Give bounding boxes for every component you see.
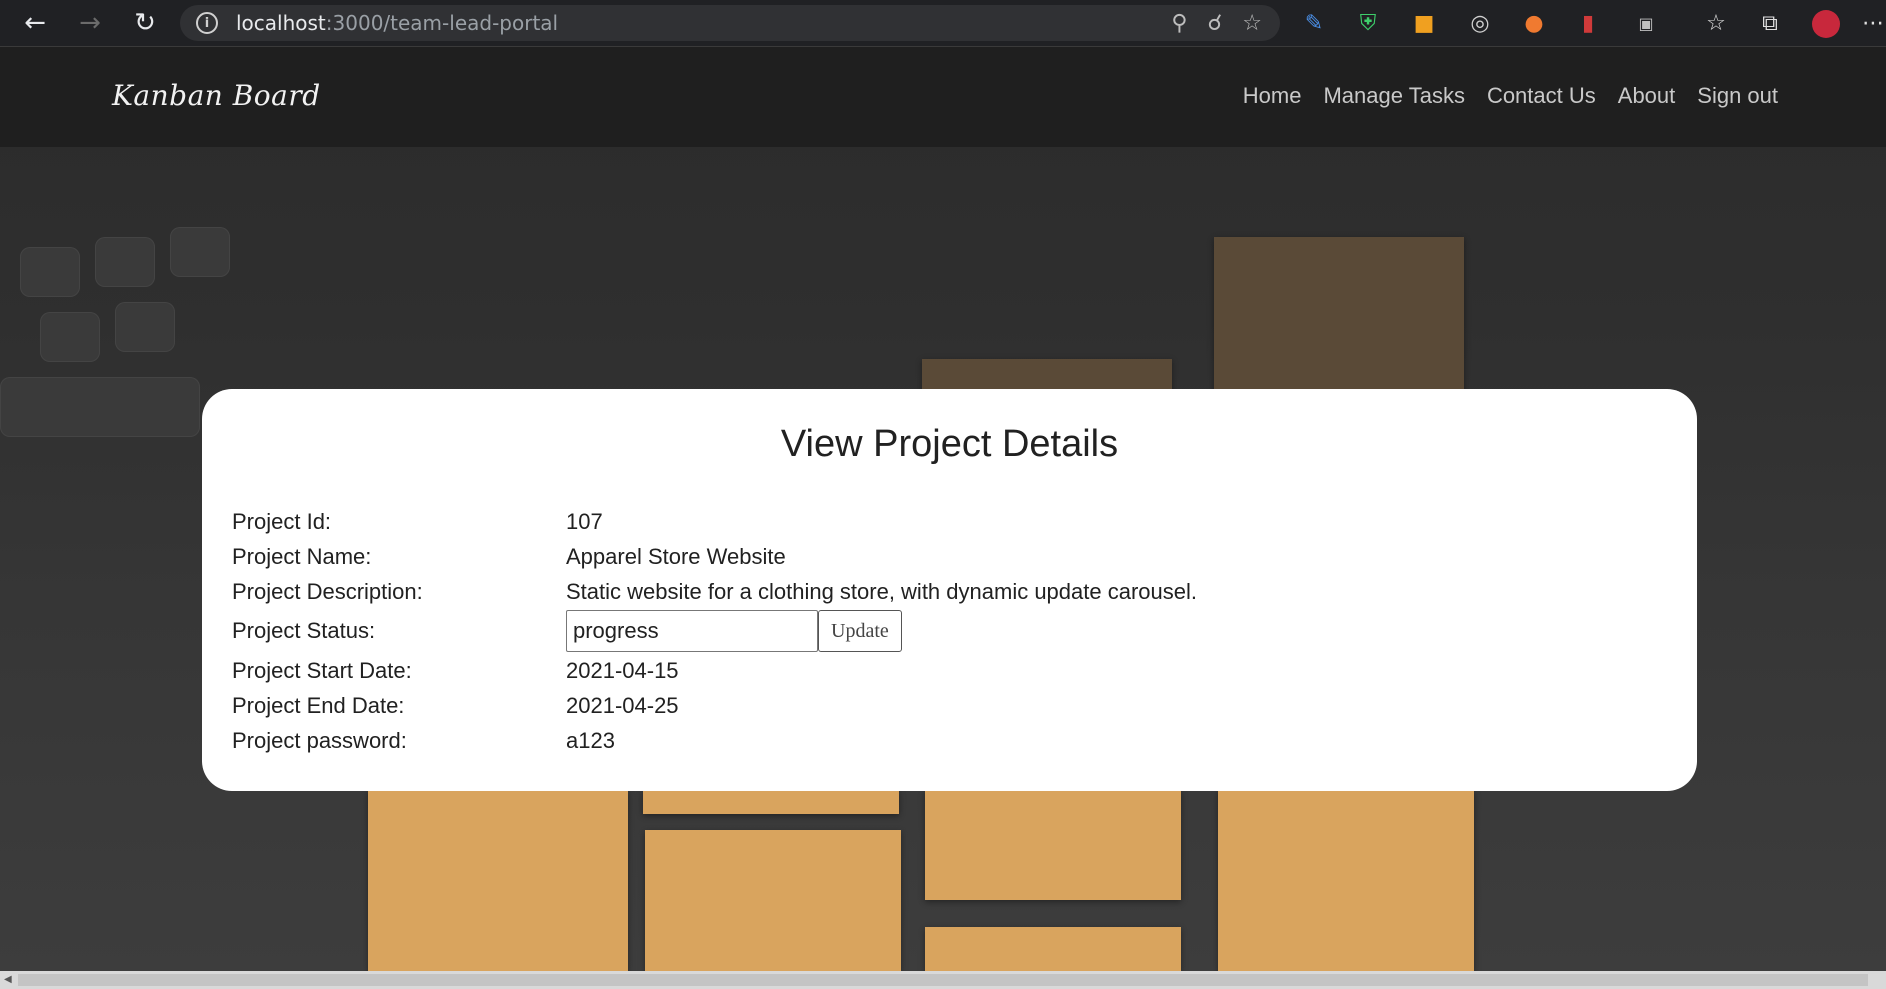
sticky-note [1218, 790, 1474, 971]
key-icon[interactable]: ⚲ [1171, 11, 1187, 36]
favorites-icon[interactable]: ☆ [1696, 0, 1736, 47]
toggle-off-extension-icon[interactable]: ▣ [1626, 0, 1666, 47]
keyboard-key [40, 312, 100, 362]
field-label: Project End Date: [232, 692, 405, 718]
keyboard-key [115, 302, 175, 352]
collections-icon[interactable]: ⧉ [1750, 0, 1790, 47]
nav-menu: Home Manage Tasks Contact Us About Sign … [1243, 83, 1778, 109]
field-row-project-name: Project Name: Apparel Store Website [232, 539, 1667, 574]
field-label: Project Start Date: [232, 657, 412, 683]
project-fields: Project Id: 107 Project Name: Apparel St… [232, 504, 1667, 758]
address-bar[interactable]: i localhost:3000/team-lead-portal ⚲ ☌ ☆ [180, 5, 1280, 41]
field-label: Project password: [232, 727, 407, 753]
horizontal-scrollbar[interactable]: ◀ [0, 971, 1886, 989]
nav-link-sign-out[interactable]: Sign out [1697, 83, 1778, 109]
field-row-start-date: Project Start Date: 2021-04-15 [232, 653, 1667, 688]
add-favorite-icon[interactable]: ☆ [1242, 11, 1262, 36]
field-value: 107 [566, 508, 603, 534]
field-label: Project Id: [232, 508, 332, 534]
sticky-note [925, 927, 1181, 971]
sticky-note [925, 790, 1181, 900]
nav-link-home[interactable]: Home [1243, 83, 1302, 109]
field-label: Project Description: [232, 578, 423, 604]
project-details-card: View Project Details Project Id: 107 Pro… [202, 389, 1697, 791]
field-row-project-id: Project Id: 107 [232, 504, 1667, 539]
zoom-icon[interactable]: ☌ [1207, 11, 1222, 36]
field-row-password: Project password: a123 [232, 723, 1667, 758]
forward-button[interactable]: → [65, 0, 115, 47]
reload-button[interactable]: ↻ [120, 0, 170, 47]
colorful-extension-icon[interactable]: ■ [1404, 0, 1444, 47]
sticky-note [1214, 237, 1464, 397]
field-label: Project Status: [232, 618, 376, 643]
nav-link-about[interactable]: About [1618, 83, 1676, 109]
sticky-note [645, 830, 901, 971]
field-row-end-date: Project End Date: 2021-04-25 [232, 688, 1667, 723]
back-button[interactable]: ← [10, 0, 60, 47]
update-button[interactable]: Update [818, 610, 902, 652]
keyboard-key [0, 377, 200, 437]
field-value: Static website for a clothing store, wit… [566, 578, 1197, 604]
site-navbar: Kanban Board Home Manage Tasks Contact U… [0, 47, 1886, 147]
scrollbar-thumb[interactable] [18, 974, 1868, 986]
shield-extension-icon[interactable]: ⛨ [1348, 0, 1388, 47]
red-book-extension-icon[interactable]: ▮ [1568, 0, 1608, 47]
keyboard-key [95, 237, 155, 287]
profile-avatar[interactable] [1806, 0, 1846, 47]
field-row-project-description: Project Description: Static website for … [232, 574, 1667, 609]
scroll-left-icon[interactable]: ◀ [4, 974, 12, 985]
info-icon[interactable]: i [196, 12, 218, 34]
brand-logo[interactable]: Kanban Board [112, 79, 321, 112]
card-title: View Project Details [780, 423, 1119, 465]
nav-link-manage-tasks[interactable]: Manage Tasks [1323, 83, 1464, 109]
browser-toolbar: ← → ↻ i localhost:3000/team-lead-portal … [0, 0, 1886, 47]
pen-extension-icon[interactable]: ✎ [1294, 0, 1334, 47]
status-input[interactable] [566, 610, 818, 652]
field-value: Apparel Store Website [566, 543, 786, 569]
field-value: 2021-04-15 [566, 657, 679, 683]
keyboard-key [170, 227, 230, 277]
field-label: Project Name: [232, 543, 372, 569]
field-value: 2021-04-25 [566, 692, 679, 718]
orange-extension-icon[interactable]: ● [1514, 0, 1554, 47]
sticky-note [643, 790, 899, 814]
field-value: a123 [566, 727, 615, 753]
url-text[interactable]: localhost:3000/team-lead-portal [236, 11, 558, 35]
target-extension-icon[interactable]: ◎ [1460, 0, 1500, 47]
field-row-project-status: Project Status: Update [232, 609, 1667, 653]
more-menu-icon[interactable]: ⋯ [1860, 0, 1886, 47]
keyboard-key [20, 247, 80, 297]
url-host: localhost [236, 11, 326, 35]
url-path: :3000/team-lead-portal [325, 11, 559, 35]
sticky-note [368, 790, 628, 971]
nav-link-contact-us[interactable]: Contact Us [1487, 83, 1596, 109]
